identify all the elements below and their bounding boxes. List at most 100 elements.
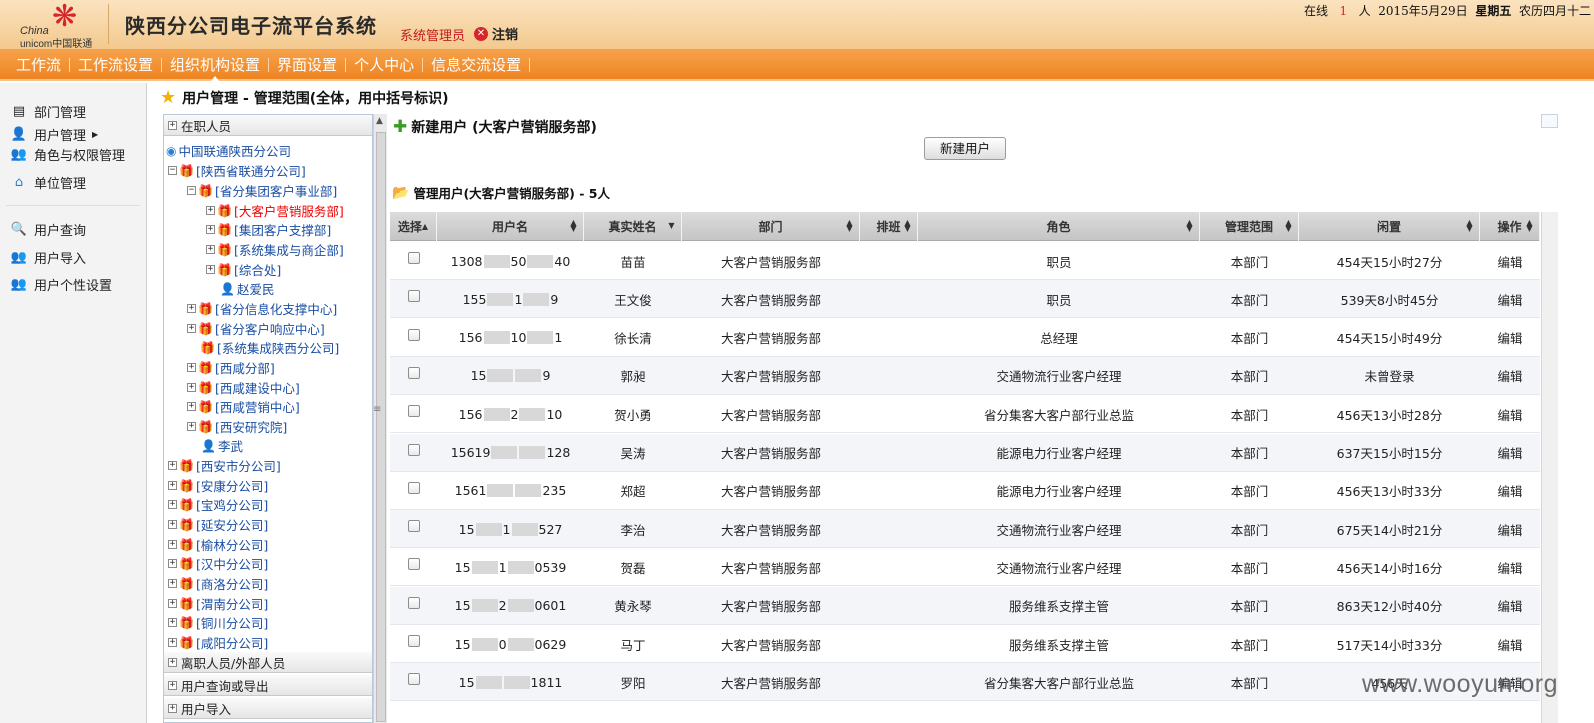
column-header-shift[interactable]: 排班 ▲ ▼	[860, 212, 918, 241]
nav-workflow-settings[interactable]: 工作流设置	[70, 54, 161, 75]
tree-node[interactable]: + 🎁 [集团客户支撑部]	[206, 220, 331, 239]
edit-link[interactable]: 编辑	[1497, 596, 1522, 615]
accordion-active-staff[interactable]: + 在职人员	[164, 115, 372, 136]
nav-messaging-settings[interactable]: 信息交流设置	[423, 54, 529, 75]
edit-link[interactable]: 编辑	[1497, 558, 1522, 577]
nav-org-settings[interactable]: 组织机构设置	[162, 54, 268, 81]
cell-text: 服务维系支撑主管	[1008, 599, 1109, 615]
row-select-checkbox[interactable]	[407, 520, 420, 533]
tree-node[interactable]: + 🎁 [商洛分公司]	[168, 574, 268, 593]
org-unit-icon: 🎁	[198, 183, 213, 198]
tree-node[interactable]: + 🎁 [系统集成与商企部]	[206, 240, 344, 259]
scrollbar-thumb[interactable]	[376, 132, 386, 722]
tree-node[interactable]: + 🎁 [综合处]	[206, 260, 281, 279]
sidebar-item-user-preferences[interactable]: 👥 用户个性设置	[10, 275, 113, 295]
edit-link[interactable]: 编辑	[1497, 443, 1522, 462]
tree-node[interactable]: + 🎁 [铜川分公司]	[168, 613, 268, 632]
sidebar-item-label: 用户个性设置	[34, 279, 113, 294]
column-header-actions[interactable]: 操作 ▲ ▼	[1480, 212, 1540, 241]
username-part: 15	[458, 521, 475, 537]
cell-idle: 637天15小时15分	[1299, 434, 1480, 472]
tree-node-root[interactable]: ◉ 中国联通陕西分公司	[166, 141, 291, 160]
person-icon: 👤	[220, 281, 235, 296]
tree-scrollbar[interactable]: ▲	[373, 114, 387, 723]
panel-splitter-handle[interactable]: ≡	[373, 404, 381, 415]
new-user-button[interactable]: 新建用户	[924, 137, 1006, 160]
edit-link[interactable]: 编辑	[1497, 252, 1522, 271]
tree-node[interactable]: + 🎁 [榆林分公司]	[168, 535, 268, 554]
row-select-checkbox[interactable]	[407, 290, 420, 303]
column-header-realname[interactable]: 真实姓名 ▼	[584, 212, 682, 241]
edit-link[interactable]: 编辑	[1497, 366, 1522, 385]
column-header-select[interactable]: 选择 ▲	[390, 212, 437, 241]
accordion-former-staff[interactable]: + 离职人员/外部人员	[164, 652, 372, 673]
tree-node[interactable]: + 🎁 [延安分公司]	[168, 515, 268, 534]
tree-node[interactable]: + 🎁 [西咸分部]	[187, 358, 275, 377]
sort-icon: ▲ ▼	[846, 218, 853, 233]
column-header-department[interactable]: 部门 ▲ ▼	[682, 212, 860, 241]
row-select-checkbox[interactable]	[407, 252, 420, 264]
nav-personal-center[interactable]: 个人中心	[346, 54, 422, 75]
sidebar-item-users[interactable]: 👤 用户管理 ▶	[10, 125, 98, 145]
edit-link[interactable]: 编辑	[1497, 635, 1522, 654]
accordion-user-query[interactable]: + 用户查询或导出	[164, 675, 372, 696]
column-header-username[interactable]: 用户名 ▲ ▼	[437, 212, 584, 241]
redaction-block	[519, 407, 546, 421]
tree-node[interactable]: 🎁 [系统集成陕西分公司]	[200, 338, 339, 357]
nav-workflow[interactable]: 工作流	[8, 54, 69, 75]
cell-scope: 本部门	[1200, 548, 1299, 586]
sidebar-item-user-import[interactable]: 👥 用户导入	[10, 248, 86, 268]
row-select-checkbox[interactable]	[407, 558, 420, 571]
tree-node[interactable]: + 🎁 [汉中分公司]	[168, 554, 268, 573]
edit-link[interactable]: 编辑	[1497, 520, 1522, 539]
cell-chk	[390, 395, 437, 433]
tree-node[interactable]: + 🎁 [宝鸡分公司]	[168, 495, 268, 514]
tree-node-selected[interactable]: + 🎁 [大客户营销服务部]	[206, 201, 344, 220]
column-header-idle[interactable]: 闲置 ▲ ▼	[1299, 212, 1480, 241]
row-select-checkbox[interactable]	[407, 443, 420, 456]
sidebar-item-units[interactable]: ⌂ 单位管理	[10, 173, 86, 193]
username-part: 155	[462, 291, 487, 307]
table-row: 15 1 527 李治 大客户营销服务部 交通物流行业客户经理 本部门 675天14小时21分…	[390, 510, 1540, 549]
sidebar-item-roles[interactable]: 👥 角色与权限管理	[10, 145, 125, 165]
scroll-up-icon[interactable]: ▲	[376, 116, 383, 126]
content-scrollbar[interactable]	[1541, 212, 1558, 723]
tree-node[interactable]: + 🎁 [西安研究院]	[187, 417, 287, 436]
tree-node-person[interactable]: 👤 赵爱民	[220, 279, 274, 298]
tree-node[interactable]: + 🎁 [省分客户响应中心]	[187, 319, 325, 338]
row-select-checkbox[interactable]	[407, 328, 420, 341]
tree-node[interactable]: + 🎁 [安康分公司]	[168, 476, 268, 495]
tree-node[interactable]: + 🎁 [西咸建设中心]	[187, 378, 300, 397]
tree-node[interactable]: + 🎁 [西咸营销中心]	[187, 397, 300, 416]
edit-link[interactable]: 编辑	[1497, 290, 1522, 309]
edit-link[interactable]: 编辑	[1497, 328, 1522, 347]
edit-link[interactable]: 编辑	[1497, 405, 1522, 424]
logout-button[interactable]: ✕ 注销	[474, 24, 518, 43]
tree-node[interactable]: + 🎁 [渭南分公司]	[168, 594, 268, 613]
tree-node[interactable]: + 🎁 [咸阳分公司]	[168, 633, 268, 652]
column-header-role[interactable]: 角色 ▲ ▼	[918, 212, 1200, 241]
tree-node[interactable]: + 🎁 [西安市分公司]	[168, 456, 281, 475]
table-row: 155 1 9 王文俊 大客户营销服务部 职员 本部门 539天8小时45分 编辑	[390, 280, 1540, 319]
column-header-scope[interactable]: 管理范围 ▲ ▼	[1200, 212, 1299, 241]
accordion-user-import[interactable]: + 用户导入	[164, 698, 372, 719]
edit-link[interactable]: 编辑	[1497, 481, 1522, 500]
redaction-block	[491, 446, 518, 459]
username-part: 1308	[450, 253, 483, 269]
row-select-checkbox[interactable]	[407, 405, 420, 418]
row-select-checkbox[interactable]	[407, 366, 420, 379]
row-select-checkbox[interactable]	[407, 596, 420, 609]
row-select-checkbox[interactable]	[407, 635, 420, 647]
tree-node[interactable]: − 🎁 [省分集团客户事业部]	[187, 181, 337, 200]
tree-node[interactable]: + 🎁 [省分信息化支撑中心]	[187, 299, 337, 318]
sidebar-item-department[interactable]: ▤ 部门管理	[10, 102, 86, 122]
cell-shift	[860, 434, 918, 472]
row-select-checkbox[interactable]	[407, 481, 420, 494]
expand-icon: +	[168, 679, 177, 690]
nav-ui-settings[interactable]: 界面设置	[269, 54, 345, 75]
tree-node[interactable]: − 🎁 [陕西省联通分公司]	[168, 161, 306, 180]
tree-node-person[interactable]: 👤 李武	[201, 436, 243, 455]
row-select-checkbox[interactable]	[407, 673, 420, 686]
sidebar-item-user-search[interactable]: 🔍 用户查询	[10, 220, 86, 240]
redaction-block	[511, 522, 538, 536]
